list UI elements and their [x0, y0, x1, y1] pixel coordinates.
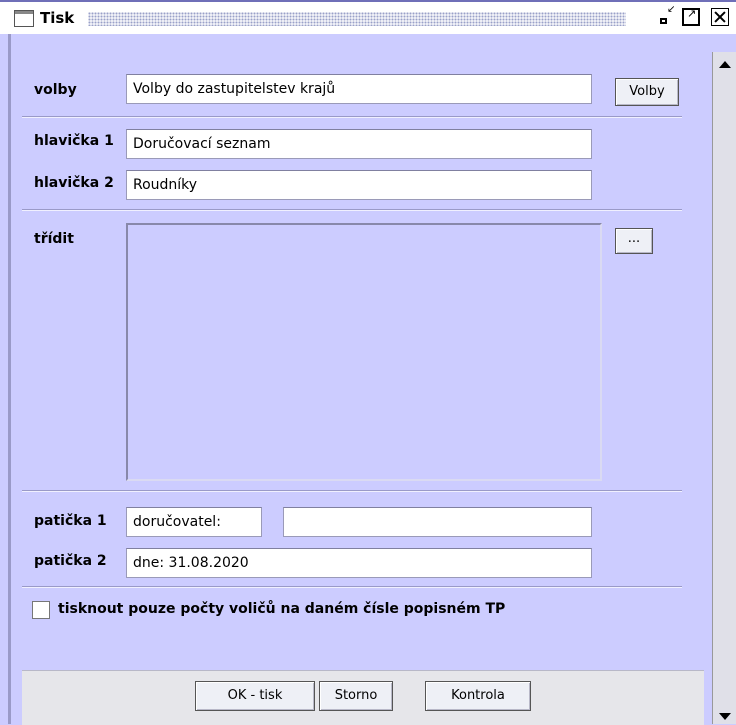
tridit-listbox[interactable]	[126, 223, 602, 481]
paticka1-field-2[interactable]	[283, 507, 592, 537]
window-titlebar[interactable]: Tisk	[0, 0, 736, 34]
separator	[22, 116, 682, 118]
hlavicka2-field[interactable]: Roudníky	[126, 170, 592, 200]
ok-print-button[interactable]: OK - tisk	[195, 681, 315, 711]
volby-button[interactable]: Volby	[615, 78, 679, 106]
separator	[22, 209, 682, 211]
tridit-label: třídit	[34, 231, 74, 247]
separator	[22, 586, 682, 588]
hlavicka1-field[interactable]: Doručovací seznam	[126, 129, 592, 159]
volby-label: volby	[34, 82, 77, 98]
tridit-browse-button[interactable]: ...	[615, 228, 653, 254]
kontrola-button[interactable]: Kontrola	[425, 681, 531, 711]
tisknout-checkbox-label[interactable]: tisknout pouze počty voličů na daném čís…	[58, 601, 505, 617]
button-bar: OK - tisk Storno Kontrola	[22, 670, 704, 725]
volby-field[interactable]: Volby do zastupitelstev krajů	[126, 74, 592, 104]
paticka2-field[interactable]: dne: 31.08.2020	[126, 548, 592, 578]
scroll-down-icon[interactable]	[719, 713, 731, 720]
scroll-up-icon[interactable]	[719, 61, 731, 68]
maximize-icon[interactable]	[682, 7, 700, 26]
tisknout-checkbox[interactable]	[32, 601, 50, 619]
separator	[22, 490, 682, 492]
window-frame-left	[8, 34, 11, 724]
hlavicka2-label: hlavička 2	[34, 175, 114, 191]
paticka1-label: patička 1	[34, 513, 107, 529]
window-title: Tisk	[40, 9, 75, 27]
vertical-scrollbar[interactable]	[712, 52, 736, 724]
close-icon[interactable]	[711, 8, 729, 26]
hlavicka1-label: hlavička 1	[34, 133, 114, 149]
window-icon	[14, 10, 34, 27]
titlebar-drag-area[interactable]	[88, 12, 626, 26]
restore-icon[interactable]	[658, 4, 676, 26]
paticka2-label: patička 2	[34, 553, 107, 569]
paticka1-field[interactable]: doručovatel:	[126, 507, 262, 537]
storno-button[interactable]: Storno	[319, 681, 393, 711]
